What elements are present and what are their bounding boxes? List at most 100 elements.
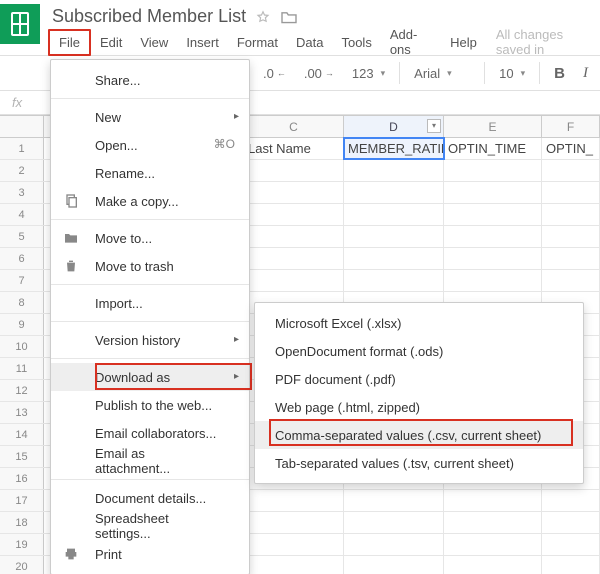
- cell[interactable]: [244, 182, 344, 203]
- move-folder-icon[interactable]: [280, 10, 296, 24]
- cell[interactable]: [542, 248, 600, 269]
- cell[interactable]: [542, 534, 600, 555]
- cell[interactable]: [344, 490, 444, 511]
- cell[interactable]: [542, 226, 600, 247]
- menu-item-open[interactable]: Open...⌘O: [51, 131, 249, 159]
- column-header-C[interactable]: C: [244, 116, 344, 137]
- cell[interactable]: [444, 160, 542, 181]
- cell[interactable]: [244, 512, 344, 533]
- column-header-F[interactable]: F: [542, 116, 600, 137]
- submenu-item-html[interactable]: Web page (.html, zipped): [255, 393, 583, 421]
- cell[interactable]: [244, 270, 344, 291]
- submenu-item-csv[interactable]: Comma-separated values (.csv, current sh…: [255, 421, 583, 449]
- menu-item-download-as[interactable]: Download as▸: [51, 363, 249, 391]
- cell[interactable]: [444, 512, 542, 533]
- cell[interactable]: [542, 204, 600, 225]
- row-header[interactable]: 6: [0, 248, 44, 269]
- sheets-app-icon[interactable]: [0, 4, 40, 44]
- submenu-item-ods[interactable]: OpenDocument format (.ods): [255, 337, 583, 365]
- cell-D1[interactable]: MEMBER_RATIN: [344, 138, 444, 159]
- menu-item-document-details[interactable]: Document details...: [51, 484, 249, 512]
- menu-item-publish[interactable]: Publish to the web...: [51, 391, 249, 419]
- submenu-item-pdf[interactable]: PDF document (.pdf): [255, 365, 583, 393]
- decrease-decimal-button[interactable]: .0←: [257, 64, 292, 83]
- cell[interactable]: [344, 226, 444, 247]
- cell-F1[interactable]: OPTIN_: [542, 138, 600, 159]
- menu-item-share[interactable]: Share...: [51, 66, 249, 94]
- menu-addons[interactable]: Add-ons: [381, 23, 441, 61]
- row-header[interactable]: 20: [0, 556, 44, 574]
- cell[interactable]: [444, 248, 542, 269]
- cell[interactable]: [344, 534, 444, 555]
- cell[interactable]: [344, 556, 444, 574]
- cell[interactable]: [444, 182, 542, 203]
- row-header[interactable]: 5: [0, 226, 44, 247]
- row-header[interactable]: 9: [0, 314, 44, 335]
- italic-button[interactable]: I: [577, 63, 594, 84]
- cell[interactable]: [244, 204, 344, 225]
- increase-decimal-button[interactable]: .00→: [298, 64, 340, 83]
- menu-tools[interactable]: Tools: [332, 31, 380, 54]
- cell-C1[interactable]: Last Name: [244, 138, 344, 159]
- cell[interactable]: [444, 204, 542, 225]
- menu-item-import[interactable]: Import...: [51, 289, 249, 317]
- menu-insert[interactable]: Insert: [177, 31, 228, 54]
- column-header-D[interactable]: D ▾: [344, 116, 444, 137]
- cell[interactable]: [542, 270, 600, 291]
- cell-E1[interactable]: OPTIN_TIME: [444, 138, 542, 159]
- menu-data[interactable]: Data: [287, 31, 332, 54]
- select-all-corner[interactable]: [0, 116, 44, 137]
- cell[interactable]: [542, 556, 600, 574]
- cell[interactable]: [344, 248, 444, 269]
- cell[interactable]: [244, 248, 344, 269]
- row-header[interactable]: 17: [0, 490, 44, 511]
- menu-edit[interactable]: Edit: [91, 31, 131, 54]
- menu-file[interactable]: File: [48, 29, 91, 56]
- cell[interactable]: [344, 270, 444, 291]
- row-header[interactable]: 4: [0, 204, 44, 225]
- menu-item-move-to[interactable]: Move to...: [51, 224, 249, 252]
- menu-item-email-attachment[interactable]: Email as attachment...: [51, 447, 249, 475]
- cell[interactable]: [244, 556, 344, 574]
- cell[interactable]: [344, 204, 444, 225]
- row-header[interactable]: 3: [0, 182, 44, 203]
- cell[interactable]: [542, 512, 600, 533]
- row-header[interactable]: 18: [0, 512, 44, 533]
- cell[interactable]: [542, 490, 600, 511]
- row-header[interactable]: 19: [0, 534, 44, 555]
- row-header[interactable]: 16: [0, 468, 44, 489]
- column-header-E[interactable]: E: [444, 116, 542, 137]
- row-header[interactable]: 8: [0, 292, 44, 313]
- number-format-button[interactable]: 123: [346, 64, 391, 83]
- cell[interactable]: [444, 556, 542, 574]
- row-header[interactable]: 2: [0, 160, 44, 181]
- font-family-select[interactable]: Arial: [408, 64, 476, 83]
- bold-button[interactable]: B: [548, 63, 571, 84]
- font-size-select[interactable]: 10: [493, 64, 531, 83]
- menu-item-version-history[interactable]: Version history▸: [51, 326, 249, 354]
- menu-item-email-collaborators[interactable]: Email collaborators...: [51, 419, 249, 447]
- row-header[interactable]: 11: [0, 358, 44, 379]
- star-icon[interactable]: [256, 10, 270, 24]
- cell[interactable]: [542, 160, 600, 181]
- row-header[interactable]: 14: [0, 424, 44, 445]
- cell[interactable]: [344, 512, 444, 533]
- row-header[interactable]: 1: [0, 138, 44, 159]
- menu-help[interactable]: Help: [441, 31, 486, 54]
- cell[interactable]: [244, 534, 344, 555]
- menu-item-make-copy[interactable]: Make a copy...: [51, 187, 249, 215]
- menu-item-move-to-trash[interactable]: Move to trash: [51, 252, 249, 280]
- cell[interactable]: [244, 226, 344, 247]
- cell[interactable]: [344, 160, 444, 181]
- cell[interactable]: [244, 490, 344, 511]
- column-dropdown-icon[interactable]: ▾: [427, 119, 441, 133]
- document-title[interactable]: Subscribed Member List: [52, 6, 246, 27]
- menu-view[interactable]: View: [131, 31, 177, 54]
- menu-format[interactable]: Format: [228, 31, 287, 54]
- row-header[interactable]: 7: [0, 270, 44, 291]
- menu-item-print[interactable]: Print: [51, 540, 249, 568]
- cell[interactable]: [244, 160, 344, 181]
- row-header[interactable]: 12: [0, 380, 44, 401]
- cell[interactable]: [444, 490, 542, 511]
- cell[interactable]: [444, 534, 542, 555]
